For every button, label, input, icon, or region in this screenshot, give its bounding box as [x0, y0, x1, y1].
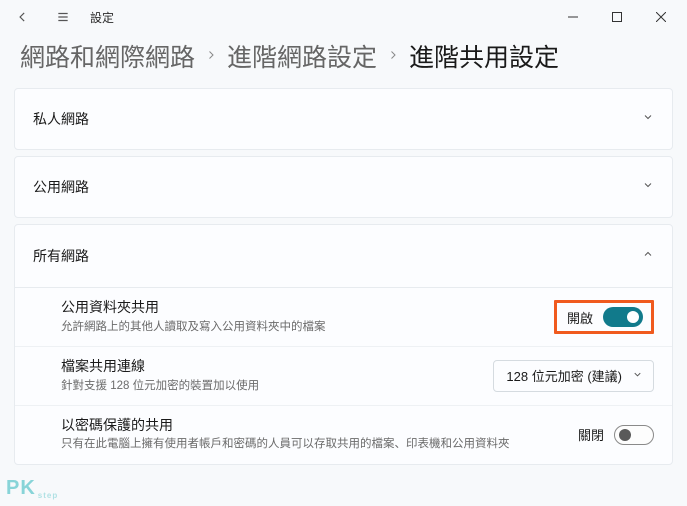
setting-control: 128 位元加密 (建議) [493, 360, 654, 392]
breadcrumb-level2[interactable]: 進階網路設定 [227, 38, 377, 74]
highlight-annotation: 開啟 [554, 300, 654, 334]
setting-description: 允許網路上的其他人讀取及寫入公用資料夾中的檔案 [61, 319, 540, 336]
chevron-down-icon [632, 368, 643, 383]
watermark-main: PK [6, 477, 36, 499]
setting-text: 檔案共用連線 針對支援 128 位元加密的裝置加以使用 [61, 357, 479, 395]
minimize-icon [568, 12, 578, 22]
setting-control: 開啟 [554, 300, 654, 334]
breadcrumb-level3: 進階共用設定 [409, 38, 559, 74]
close-button[interactable] [639, 1, 683, 33]
dropdown-value: 128 位元加密 (建議) [506, 366, 622, 385]
section-public-networks[interactable]: 公用網路 [14, 156, 673, 218]
section-all-networks: 所有網路 公用資料夾共用 允許網路上的其他人讀取及寫入公用資料夾中的檔案 開啟 [14, 224, 673, 465]
watermark: PKstep [6, 477, 58, 500]
watermark-sub: step [38, 491, 58, 500]
window-title: 設定 [90, 9, 114, 26]
menu-button[interactable] [44, 1, 82, 33]
toggle-knob [627, 311, 639, 323]
breadcrumb: 網路和網際網路 進階網路設定 進階共用設定 [0, 34, 687, 88]
section-all-networks-header[interactable]: 所有網路 [15, 225, 672, 287]
setting-password-protected-sharing: 以密碼保護的共用 只有在此電腦上擁有使用者帳戶和密碼的人員可以存取共用的檔案、印… [15, 405, 672, 464]
setting-file-sharing-connection: 檔案共用連線 針對支援 128 位元加密的裝置加以使用 128 位元加密 (建議… [15, 346, 672, 405]
window-controls [551, 1, 683, 33]
section-private-networks[interactable]: 私人網路 [14, 88, 673, 150]
chevron-right-icon [385, 48, 401, 64]
title-bar: 設定 [0, 0, 687, 34]
setting-title: 以密碼保護的共用 [61, 416, 564, 436]
setting-text: 公用資料夾共用 允許網路上的其他人讀取及寫入公用資料夾中的檔案 [61, 298, 540, 336]
toggle-state-label: 關閉 [578, 425, 604, 444]
all-networks-settings: 公用資料夾共用 允許網路上的其他人讀取及寫入公用資料夾中的檔案 開啟 檔案共用連… [15, 287, 672, 464]
chevron-right-icon [203, 48, 219, 64]
setting-description: 針對支援 128 位元加密的裝置加以使用 [61, 378, 479, 395]
chevron-up-icon [642, 247, 654, 265]
toggle-state-label: 開啟 [567, 308, 593, 327]
setting-public-folder-sharing: 公用資料夾共用 允許網路上的其他人讀取及寫入公用資料夾中的檔案 開啟 [15, 288, 672, 346]
setting-title: 公用資料夾共用 [61, 298, 540, 318]
content-area: 私人網路 公用網路 所有網路 公用資料夾共用 允許網路上的其他人讀取及寫入公用資… [0, 88, 687, 465]
section-label: 私人網路 [33, 109, 89, 129]
close-icon [656, 12, 666, 22]
chevron-down-icon [642, 110, 654, 128]
arrow-left-icon [16, 10, 30, 24]
setting-title: 檔案共用連線 [61, 357, 479, 377]
setting-text: 以密碼保護的共用 只有在此電腦上擁有使用者帳戶和密碼的人員可以存取共用的檔案、印… [61, 416, 564, 454]
encryption-dropdown[interactable]: 128 位元加密 (建議) [493, 360, 654, 392]
minimize-button[interactable] [551, 1, 595, 33]
hamburger-icon [56, 10, 70, 24]
back-button[interactable] [4, 1, 42, 33]
password-protected-sharing-toggle[interactable] [614, 425, 654, 445]
section-label: 所有網路 [33, 246, 89, 266]
maximize-button[interactable] [595, 1, 639, 33]
maximize-icon [612, 12, 622, 22]
setting-description: 只有在此電腦上擁有使用者帳戶和密碼的人員可以存取共用的檔案、印表機和公用資料夾 [61, 436, 564, 453]
section-label: 公用網路 [33, 177, 89, 197]
toggle-knob [619, 429, 631, 441]
breadcrumb-level1[interactable]: 網路和網際網路 [20, 38, 195, 74]
public-folder-sharing-toggle[interactable] [603, 307, 643, 327]
title-bar-left: 設定 [4, 1, 114, 33]
chevron-down-icon [642, 178, 654, 196]
setting-control: 關閉 [578, 425, 654, 445]
